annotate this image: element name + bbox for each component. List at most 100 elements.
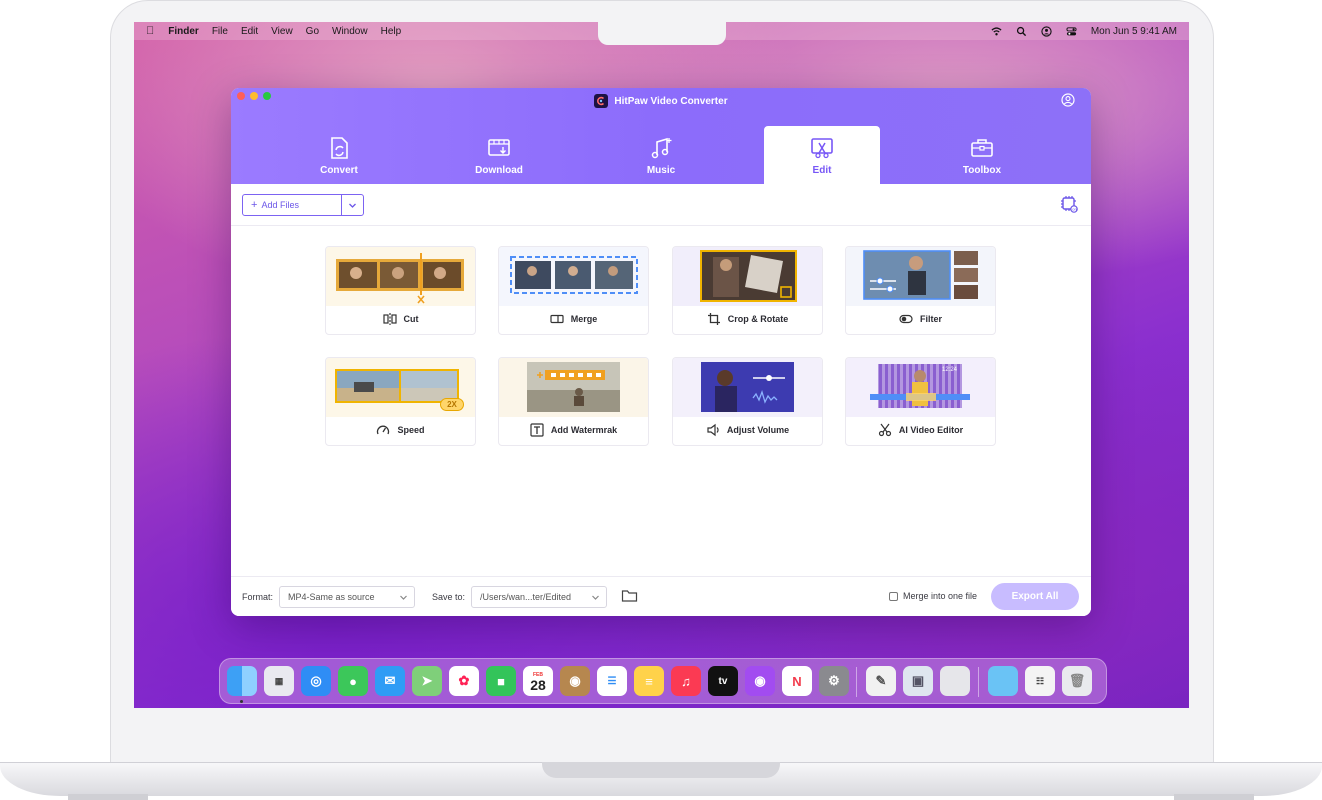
speed-badge: 2X (440, 398, 464, 411)
maps-icon[interactable]: ➤ (412, 666, 442, 696)
format-label: Format: (242, 592, 274, 602)
svg-text:on: on (1072, 206, 1076, 211)
contacts-icon[interactable]: ◉ (560, 666, 590, 696)
hardware-acceleration-icon[interactable]: on (1059, 194, 1079, 214)
podcasts-icon[interactable]: ◉ (745, 666, 775, 696)
add-files-button[interactable]: + Add Files (242, 194, 364, 216)
save-to-select[interactable]: /Users/wan...ter/Edited (471, 586, 607, 608)
tool-card-merge[interactable]: Merge (498, 246, 649, 335)
account-icon[interactable] (1061, 93, 1075, 107)
edit-toolbar: + Add Files on (231, 184, 1091, 226)
photos-icon[interactable]: ✿ (449, 666, 479, 696)
camera-notch (598, 22, 726, 45)
format-select[interactable]: MP4-Same as source (279, 586, 415, 608)
tab-convert[interactable]: Convert (281, 126, 397, 184)
tv-icon[interactable]: tv (708, 666, 738, 696)
tab-label: Edit (812, 164, 832, 176)
speed-label: Speed (397, 425, 425, 435)
add-files-dropdown[interactable] (341, 195, 363, 215)
laptop-foot (68, 794, 148, 800)
filter-icon (899, 314, 913, 324)
tool-card-adjust-volume[interactable]: Adjust Volume (672, 357, 823, 446)
speed-label-row: Speed (326, 415, 475, 445)
watermark-thumbnail (499, 358, 648, 417)
tool-card-add-watermark[interactable]: Add Watermrak (498, 357, 649, 446)
merge-thumbnail (499, 247, 648, 306)
apple-menu-icon[interactable]:  (146, 25, 154, 37)
tab-edit[interactable]: Edit (764, 126, 880, 184)
merge-into-one-file-checkbox[interactable]: Merge into one file (889, 591, 977, 601)
textedit-icon[interactable]: ✎ (866, 666, 896, 696)
speed-thumbnail: 2X (326, 358, 475, 417)
crop-label: Crop & Rotate (727, 314, 789, 324)
menu-view[interactable]: View (271, 26, 293, 37)
blank-app-icon[interactable] (940, 666, 970, 696)
plus-icon: + (251, 198, 258, 211)
ai-editor-timestamp: 12:24 (942, 367, 958, 373)
export-all-button[interactable]: Export All (991, 583, 1079, 610)
tool-card-crop-rotate[interactable]: Crop & Rotate (672, 246, 823, 335)
cut-icon (382, 313, 397, 325)
messages-icon[interactable]: ● (338, 666, 368, 696)
mail-icon[interactable]: ✉ (375, 666, 405, 696)
search-icon[interactable] (1016, 26, 1027, 37)
tool-card-filter[interactable]: Filter (845, 246, 996, 335)
watermark-label: Add Watermrak (550, 425, 618, 435)
calendar-icon[interactable]: FEB 28 (523, 666, 553, 696)
dock: ▦ ◎ ● ✉ ➤ ✿ ■ FEB 28 ◉ ☰ ≡ ♫ tv ◉ N ⚙ ✎ … (219, 658, 1107, 704)
system-settings-icon[interactable]: ⚙ (819, 666, 849, 696)
tab-label: Music (646, 164, 676, 176)
text-icon (530, 423, 544, 437)
filter-label: Filter (919, 314, 942, 324)
dock-separator (978, 667, 979, 697)
finder-icon[interactable] (227, 666, 257, 696)
dock-separator (856, 667, 857, 697)
trash-icon[interactable]: 🗑 (1062, 666, 1092, 696)
tab-label: Download (475, 164, 523, 176)
filter-label-row: Filter (846, 304, 995, 334)
merge-label-row: Merge (499, 304, 648, 334)
app-title-bar: HitPaw Video Converter (231, 94, 1091, 108)
open-folder-icon[interactable] (621, 588, 638, 603)
user-account-icon[interactable] (1041, 25, 1052, 37)
tab-download[interactable]: Download (441, 126, 557, 184)
preview-icon[interactable]: ▣ (903, 666, 933, 696)
tool-card-speed[interactable]: 2X Speed (325, 357, 476, 446)
add-files-main[interactable]: + Add Files (243, 195, 341, 215)
bottom-bar: Format: MP4-Same as source Save to: /Use… (231, 576, 1091, 616)
news-icon[interactable]: N (782, 666, 812, 696)
music-icon (651, 137, 672, 158)
launchpad-icon[interactable]: ▦ (264, 666, 294, 696)
volume-label: Adjust Volume (726, 425, 790, 435)
folder-icon[interactable] (988, 666, 1018, 696)
notes-icon[interactable]: ≡ (634, 666, 664, 696)
menu-app-name[interactable]: Finder (168, 26, 199, 37)
reminders-icon[interactable]: ☰ (597, 666, 627, 696)
music-app-icon[interactable]: ♫ (671, 666, 701, 696)
toolbox-icon (971, 138, 993, 157)
document-icon[interactable]: ☷ (1025, 666, 1055, 696)
merge-icon (550, 314, 564, 324)
crop-thumbnail (673, 247, 822, 306)
menu-help[interactable]: Help (381, 26, 402, 37)
save-to-value: /Users/wan...ter/Edited (480, 592, 572, 602)
running-indicator (240, 700, 243, 703)
menu-file[interactable]: File (212, 26, 228, 37)
wifi-icon[interactable] (991, 26, 1002, 37)
tool-card-ai-video-editor[interactable]: 12:24 AI Video Editor (845, 357, 996, 446)
menu-window[interactable]: Window (332, 26, 368, 37)
menu-go[interactable]: Go (306, 26, 319, 37)
tab-music[interactable]: Music (603, 126, 719, 184)
menu-clock[interactable]: Mon Jun 5 9:41 AM (1091, 26, 1177, 37)
tool-card-cut[interactable]: Cut (325, 246, 476, 335)
menu-edit[interactable]: Edit (241, 26, 258, 37)
facetime-icon[interactable]: ■ (486, 666, 516, 696)
merge-into-one-file-label: Merge into one file (903, 591, 978, 601)
tab-toolbox[interactable]: Toolbox (924, 126, 1040, 184)
safari-icon[interactable]: ◎ (301, 666, 331, 696)
cut-label: Cut (403, 314, 419, 324)
volume-label-row: Adjust Volume (673, 415, 822, 445)
control-center-icon[interactable] (1066, 26, 1077, 37)
checkbox-box[interactable] (889, 591, 898, 601)
app-header: HitPaw Video Converter Convert Download … (231, 88, 1091, 184)
